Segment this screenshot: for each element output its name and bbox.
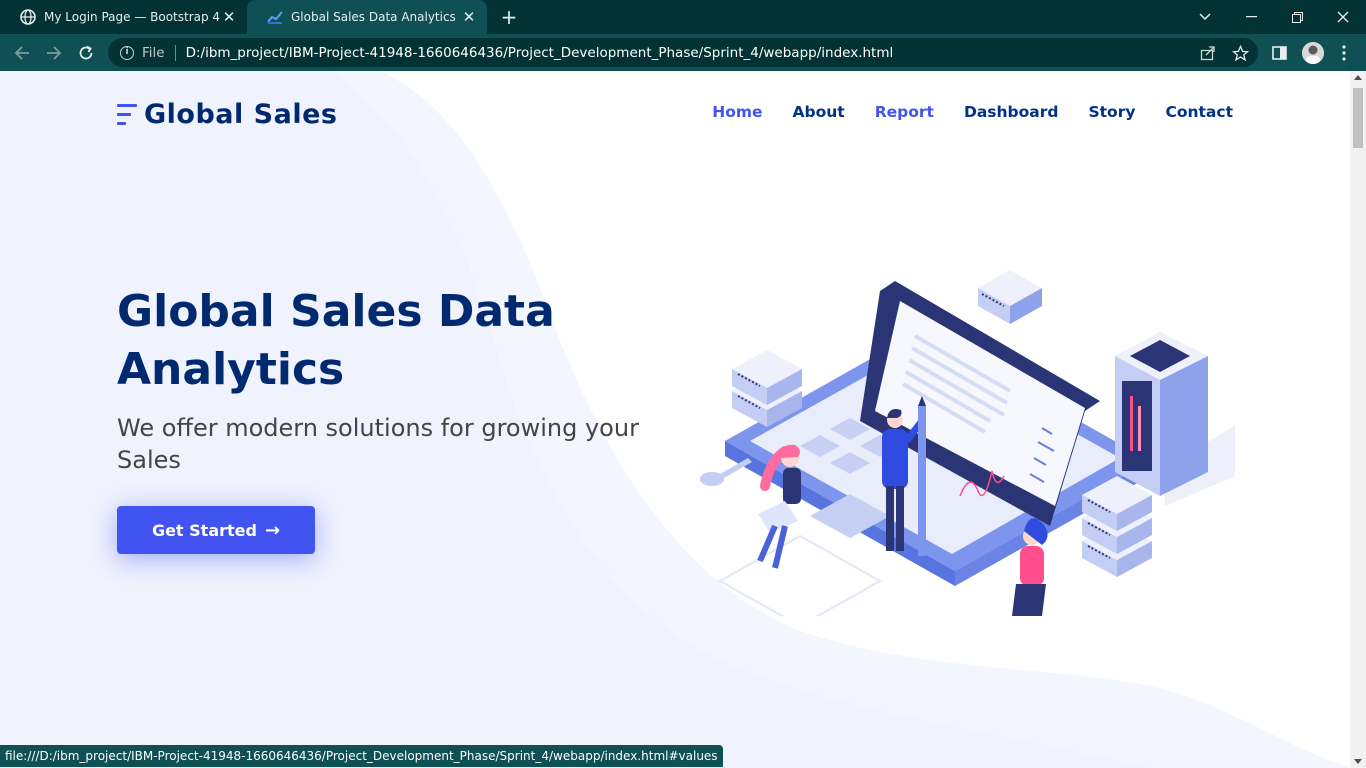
back-button[interactable] <box>9 40 35 66</box>
scrollbar-thumb[interactable] <box>1353 88 1363 148</box>
browser-toolbar: i File D:/ibm_project/IBM-Project-41948-… <box>0 34 1366 71</box>
main-nav: Home About Report Dashboard Story Contac… <box>682 103 1233 121</box>
new-tab-button[interactable]: + <box>498 6 520 28</box>
omnibox-separator <box>174 44 176 61</box>
forward-button[interactable] <box>41 40 67 66</box>
close-window-button[interactable] <box>1320 0 1366 34</box>
restore-button[interactable] <box>1274 0 1320 34</box>
url-text[interactable]: D:/ibm_project/IBM-Project-41948-1660646… <box>186 45 894 61</box>
chart-favicon-icon <box>267 9 283 25</box>
nav-contact[interactable]: Contact <box>1165 103 1233 121</box>
minimize-button[interactable] <box>1228 0 1274 34</box>
logo-bars-icon <box>117 102 139 128</box>
site-logo[interactable]: Global Sales <box>117 99 337 130</box>
close-tab-icon[interactable]: ✕ <box>461 9 477 25</box>
nav-story[interactable]: Story <box>1088 103 1135 121</box>
page-scrollbar[interactable] <box>1350 71 1366 768</box>
browser-tab-strip: My Login Page — Bootstrap 4 Lo ✕ Global … <box>0 0 1366 34</box>
hero-illustration <box>700 270 1235 616</box>
close-tab-icon[interactable]: ✕ <box>221 9 237 25</box>
link-status-bar: file:///D:/ibm_project/IBM-Project-41948… <box>0 745 723 767</box>
scroll-down-arrow-icon[interactable] <box>1354 759 1362 764</box>
logo-text: Global Sales <box>144 99 338 130</box>
profile-avatar[interactable] <box>1302 42 1324 64</box>
get-started-button[interactable]: Get Started → <box>117 506 315 554</box>
reload-button[interactable] <box>73 40 99 66</box>
tab-title: Global Sales Data Analytics <box>291 10 456 24</box>
nav-report[interactable]: Report <box>875 103 934 121</box>
globe-icon <box>20 9 36 25</box>
file-scheme-label: File <box>142 44 165 61</box>
menu-kebab-icon[interactable] <box>1334 43 1354 63</box>
get-started-label: Get Started <box>151 520 257 540</box>
side-panel-icon[interactable] <box>1269 43 1289 63</box>
hero-subtitle: We offer modern solutions for growing yo… <box>117 414 639 474</box>
share-icon[interactable] <box>1198 43 1218 63</box>
hero-title: Global Sales Data Analytics <box>117 286 555 395</box>
browser-tab-analytics[interactable]: Global Sales Data Analytics ✕ <box>247 0 487 34</box>
arrow-right-icon: → <box>264 519 281 541</box>
site-info-icon[interactable]: i <box>120 45 134 60</box>
tab-title: My Login Page — Bootstrap 4 Lo <box>44 10 221 24</box>
page-viewport: Global Sales Home About Report Dashboard… <box>0 71 1350 768</box>
nav-home[interactable]: Home <box>712 103 762 121</box>
scroll-up-arrow-icon[interactable] <box>1354 75 1362 80</box>
browser-tab-login[interactable]: My Login Page — Bootstrap 4 Lo ✕ <box>0 0 247 34</box>
address-bar[interactable]: i File D:/ibm_project/IBM-Project-41948-… <box>108 38 1258 67</box>
bookmark-star-icon[interactable] <box>1230 43 1250 63</box>
tab-search-chevron-icon[interactable] <box>1182 0 1228 34</box>
nav-about[interactable]: About <box>793 103 845 121</box>
nav-dashboard[interactable]: Dashboard <box>964 103 1059 121</box>
